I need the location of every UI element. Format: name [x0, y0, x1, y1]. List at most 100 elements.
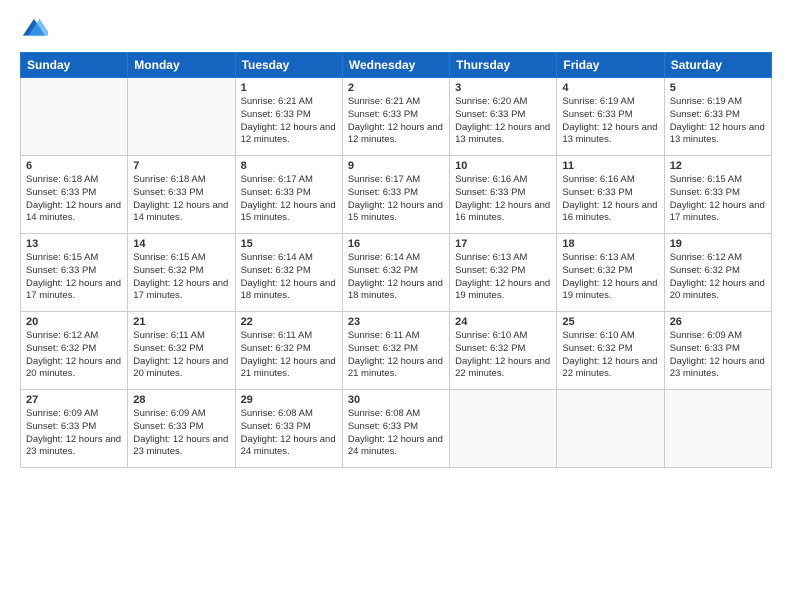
day-info: Sunrise: 6:09 AM Sunset: 6:33 PM Dayligh…	[670, 330, 766, 381]
day-info: Sunrise: 6:16 AM Sunset: 6:33 PM Dayligh…	[455, 174, 551, 225]
calendar-cell: 30 Sunrise: 6:08 AM Sunset: 6:33 PM Dayli…	[342, 390, 449, 468]
day-number: 23	[348, 316, 444, 328]
day-info: Sunrise: 6:15 AM Sunset: 6:33 PM Dayligh…	[670, 174, 766, 225]
calendar-cell: 20 Sunrise: 6:12 AM Sunset: 6:32 PM Dayli…	[21, 312, 128, 390]
week-row: 13 Sunrise: 6:15 AM Sunset: 6:33 PM Dayli…	[21, 234, 772, 312]
day-number: 15	[241, 238, 337, 250]
day-number: 25	[562, 316, 658, 328]
day-info: Sunrise: 6:08 AM Sunset: 6:33 PM Dayligh…	[348, 408, 444, 459]
day-info: Sunrise: 6:12 AM Sunset: 6:32 PM Dayligh…	[670, 252, 766, 303]
day-number: 8	[241, 160, 337, 172]
calendar-cell	[128, 78, 235, 156]
day-number: 26	[670, 316, 766, 328]
day-number: 3	[455, 82, 551, 94]
calendar-cell: 21 Sunrise: 6:11 AM Sunset: 6:32 PM Dayli…	[128, 312, 235, 390]
week-row: 6 Sunrise: 6:18 AM Sunset: 6:33 PM Daylig…	[21, 156, 772, 234]
day-info: Sunrise: 6:11 AM Sunset: 6:32 PM Dayligh…	[241, 330, 337, 381]
day-info: Sunrise: 6:16 AM Sunset: 6:33 PM Dayligh…	[562, 174, 658, 225]
day-info: Sunrise: 6:18 AM Sunset: 6:33 PM Dayligh…	[133, 174, 229, 225]
day-info: Sunrise: 6:08 AM Sunset: 6:33 PM Dayligh…	[241, 408, 337, 459]
calendar-cell: 19 Sunrise: 6:12 AM Sunset: 6:32 PM Dayli…	[664, 234, 771, 312]
day-info: Sunrise: 6:19 AM Sunset: 6:33 PM Dayligh…	[670, 96, 766, 147]
calendar-cell: 4Sunrise: 6:19 AM Sunset: 6:33 PM Daylig…	[557, 78, 664, 156]
day-info: Sunrise: 6:15 AM Sunset: 6:33 PM Dayligh…	[26, 252, 122, 303]
day-number: 10	[455, 160, 551, 172]
day-of-week-header: Saturday	[664, 53, 771, 78]
day-info: Sunrise: 6:17 AM Sunset: 6:33 PM Dayligh…	[241, 174, 337, 225]
day-number: 24	[455, 316, 551, 328]
calendar-cell: 5Sunrise: 6:19 AM Sunset: 6:33 PM Daylig…	[664, 78, 771, 156]
day-number: 20	[26, 316, 122, 328]
calendar-cell: 26 Sunrise: 6:09 AM Sunset: 6:33 PM Dayli…	[664, 312, 771, 390]
day-number: 2	[348, 82, 444, 94]
day-info: Sunrise: 6:20 AM Sunset: 6:33 PM Dayligh…	[455, 96, 551, 147]
calendar-body: 1 Sunrise: 6:21 AM Sunset: 6:33 PM Daylig…	[21, 78, 772, 468]
calendar-cell	[557, 390, 664, 468]
day-info: Sunrise: 6:15 AM Sunset: 6:32 PM Dayligh…	[133, 252, 229, 303]
day-info: Sunrise: 6:10 AM Sunset: 6:32 PM Dayligh…	[455, 330, 551, 381]
day-number: 9	[348, 160, 444, 172]
calendar-cell: 16 Sunrise: 6:14 AM Sunset: 6:32 PM Dayli…	[342, 234, 449, 312]
day-of-week-header: Friday	[557, 53, 664, 78]
calendar-cell: 1 Sunrise: 6:21 AM Sunset: 6:33 PM Daylig…	[235, 78, 342, 156]
calendar-cell: 12 Sunrise: 6:15 AM Sunset: 6:33 PM Dayli…	[664, 156, 771, 234]
calendar-cell: 24 Sunrise: 6:10 AM Sunset: 6:32 PM Dayli…	[450, 312, 557, 390]
day-info: Sunrise: 6:09 AM Sunset: 6:33 PM Dayligh…	[26, 408, 122, 459]
day-of-week-header: Thursday	[450, 53, 557, 78]
calendar: SundayMondayTuesdayWednesdayThursdayFrid…	[20, 52, 772, 468]
day-of-week-header: Wednesday	[342, 53, 449, 78]
calendar-cell: 2 Sunrise: 6:21 AM Sunset: 6:33 PM Daylig…	[342, 78, 449, 156]
day-info: Sunrise: 6:11 AM Sunset: 6:32 PM Dayligh…	[133, 330, 229, 381]
header	[20, 16, 772, 44]
day-info: Sunrise: 6:12 AM Sunset: 6:32 PM Dayligh…	[26, 330, 122, 381]
day-number: 27	[26, 394, 122, 406]
week-row: 1 Sunrise: 6:21 AM Sunset: 6:33 PM Daylig…	[21, 78, 772, 156]
day-info: Sunrise: 6:21 AM Sunset: 6:33 PM Dayligh…	[348, 96, 444, 147]
calendar-cell: 14 Sunrise: 6:15 AM Sunset: 6:32 PM Dayli…	[128, 234, 235, 312]
day-number: 1	[241, 82, 337, 94]
day-number: 21	[133, 316, 229, 328]
calendar-cell: 13 Sunrise: 6:15 AM Sunset: 6:33 PM Dayli…	[21, 234, 128, 312]
day-number: 18	[562, 238, 658, 250]
day-number: 19	[670, 238, 766, 250]
day-number: 17	[455, 238, 551, 250]
week-row: 27 Sunrise: 6:09 AM Sunset: 6:33 PM Dayli…	[21, 390, 772, 468]
day-info: Sunrise: 6:13 AM Sunset: 6:32 PM Dayligh…	[455, 252, 551, 303]
day-number: 16	[348, 238, 444, 250]
calendar-cell: 11 Sunrise: 6:16 AM Sunset: 6:33 PM Dayli…	[557, 156, 664, 234]
calendar-cell: 6Sunrise: 6:18 AM Sunset: 6:33 PM Daylig…	[21, 156, 128, 234]
calendar-cell: 29 Sunrise: 6:08 AM Sunset: 6:33 PM Dayli…	[235, 390, 342, 468]
calendar-cell: 17 Sunrise: 6:13 AM Sunset: 6:32 PM Dayli…	[450, 234, 557, 312]
day-info: Sunrise: 6:21 AM Sunset: 6:33 PM Dayligh…	[241, 96, 337, 147]
day-number: 6	[26, 160, 122, 172]
logo-icon	[20, 16, 48, 44]
day-info: Sunrise: 6:14 AM Sunset: 6:32 PM Dayligh…	[348, 252, 444, 303]
calendar-cell: 15 Sunrise: 6:14 AM Sunset: 6:32 PM Dayli…	[235, 234, 342, 312]
calendar-cell	[450, 390, 557, 468]
calendar-cell: 23 Sunrise: 6:11 AM Sunset: 6:32 PM Dayli…	[342, 312, 449, 390]
calendar-cell: 25 Sunrise: 6:10 AM Sunset: 6:32 PM Dayli…	[557, 312, 664, 390]
calendar-cell: 9 Sunrise: 6:17 AM Sunset: 6:33 PM Daylig…	[342, 156, 449, 234]
day-number: 30	[348, 394, 444, 406]
calendar-cell: 28Sunrise: 6:09 AM Sunset: 6:33 PM Dayli…	[128, 390, 235, 468]
day-info: Sunrise: 6:11 AM Sunset: 6:32 PM Dayligh…	[348, 330, 444, 381]
page: SundayMondayTuesdayWednesdayThursdayFrid…	[0, 0, 792, 612]
calendar-header: SundayMondayTuesdayWednesdayThursdayFrid…	[21, 53, 772, 78]
week-row: 20 Sunrise: 6:12 AM Sunset: 6:32 PM Dayli…	[21, 312, 772, 390]
day-number: 13	[26, 238, 122, 250]
calendar-cell: 27 Sunrise: 6:09 AM Sunset: 6:33 PM Dayli…	[21, 390, 128, 468]
calendar-cell: 7Sunrise: 6:18 AM Sunset: 6:33 PM Daylig…	[128, 156, 235, 234]
day-number: 12	[670, 160, 766, 172]
day-info: Sunrise: 6:17 AM Sunset: 6:33 PM Dayligh…	[348, 174, 444, 225]
day-info: Sunrise: 6:14 AM Sunset: 6:32 PM Dayligh…	[241, 252, 337, 303]
calendar-cell: 10 Sunrise: 6:16 AM Sunset: 6:33 PM Dayli…	[450, 156, 557, 234]
day-number: 14	[133, 238, 229, 250]
calendar-cell: 18 Sunrise: 6:13 AM Sunset: 6:32 PM Dayli…	[557, 234, 664, 312]
day-number: 29	[241, 394, 337, 406]
day-info: Sunrise: 6:13 AM Sunset: 6:32 PM Dayligh…	[562, 252, 658, 303]
day-info: Sunrise: 6:19 AM Sunset: 6:33 PM Dayligh…	[562, 96, 658, 147]
day-info: Sunrise: 6:10 AM Sunset: 6:32 PM Dayligh…	[562, 330, 658, 381]
day-number: 28	[133, 394, 229, 406]
day-number: 11	[562, 160, 658, 172]
calendar-cell: 22Sunrise: 6:11 AM Sunset: 6:32 PM Dayli…	[235, 312, 342, 390]
